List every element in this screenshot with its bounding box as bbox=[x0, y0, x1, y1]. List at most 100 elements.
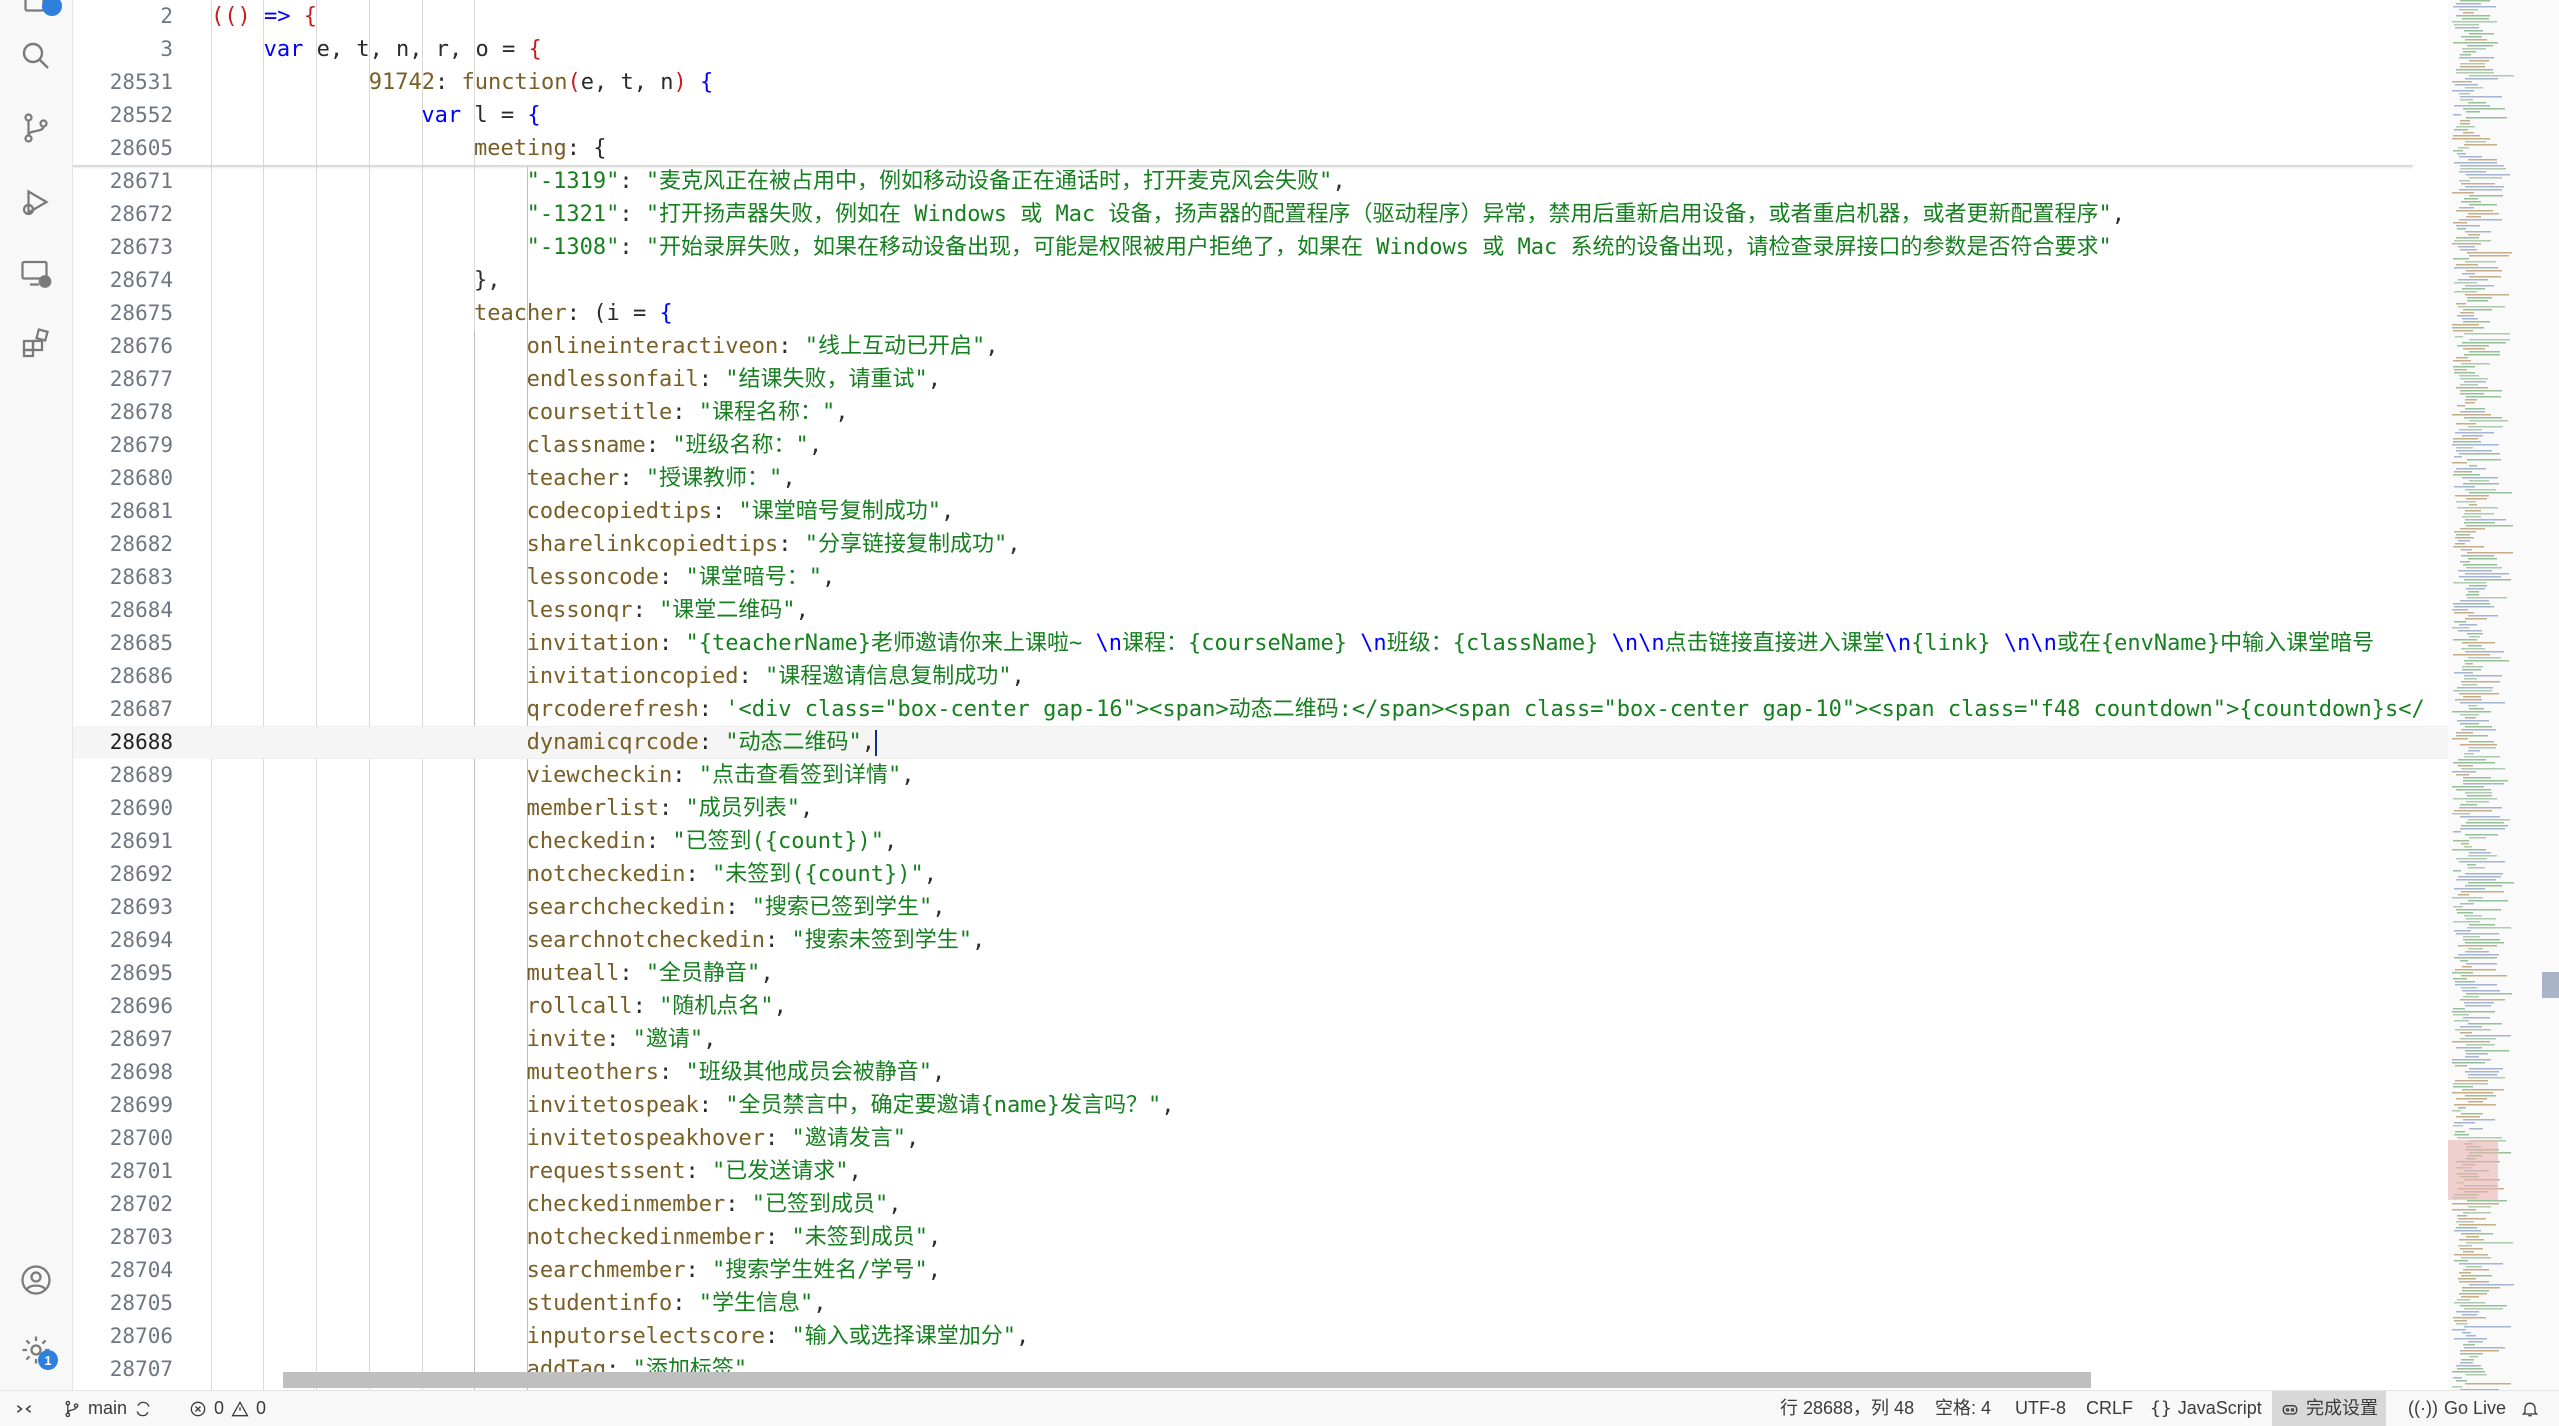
code-line[interactable]: 28695 muteall: "全员静音", bbox=[73, 957, 2448, 990]
minimap-line bbox=[2452, 972, 2473, 974]
code-line[interactable]: 28701 requestssent: "已发送请求", bbox=[73, 1155, 2448, 1188]
minimap-line bbox=[2463, 51, 2476, 53]
code-line[interactable]: 28677 endlessonfail: "结课失败，请重试", bbox=[73, 363, 2448, 396]
code-line-current[interactable]: 28688 dynamicqrcode: "动态二维码", bbox=[73, 726, 2448, 759]
minimap-line bbox=[2458, 147, 2469, 149]
code-line[interactable]: 28681 codecopiedtips: "课堂暗号复制成功", bbox=[73, 495, 2448, 528]
minimap-line bbox=[2461, 1257, 2491, 1259]
minimap-line bbox=[2462, 477, 2498, 479]
source-control-icon[interactable] bbox=[14, 106, 58, 150]
minimap-line bbox=[2454, 1302, 2485, 1304]
minimap-line bbox=[2462, 288, 2485, 290]
code-line[interactable]: 28699 invitetospeak: "全员禁言中，确定要邀请{name}发言… bbox=[73, 1089, 2448, 1122]
minimap[interactable] bbox=[2448, 0, 2559, 1390]
code-line[interactable]: 28705 studentinfo: "学生信息", bbox=[73, 1287, 2448, 1320]
minimap-line bbox=[2456, 357, 2468, 359]
language-mode[interactable]: {} JavaScript bbox=[2150, 1391, 2262, 1426]
code-line[interactable]: 28680 teacher: "授课教师：", bbox=[73, 462, 2448, 495]
minimap-line bbox=[2469, 1128, 2483, 1130]
minimap-line bbox=[2454, 606, 2494, 608]
code-line[interactable]: 28697 invite: "邀请", bbox=[73, 1023, 2448, 1056]
code-line[interactable]: 28700 invitetospeakhover: "邀请发言", bbox=[73, 1122, 2448, 1155]
code-line[interactable]: 28685 invitation: "{teacherName}老师邀请你来上课啦… bbox=[73, 627, 2448, 660]
code-line[interactable]: 28689 viewcheckin: "点击查看签到详情", bbox=[73, 759, 2448, 792]
code-line[interactable]: 28694 searchnotcheckedin: "搜索未签到学生", bbox=[73, 924, 2448, 957]
code-line[interactable]: 28675 teacher: (i = { bbox=[73, 297, 2448, 330]
minimap-line bbox=[2469, 255, 2509, 257]
code-line[interactable]: 2 (() => { bbox=[73, 0, 2448, 33]
extensions-icon[interactable] bbox=[14, 322, 58, 366]
code-line[interactable]: 28672 "-1321": "打开扬声器失败，例如在 Windows 或 Mac… bbox=[73, 198, 2448, 231]
code-line[interactable]: 28706 inputorselectscore: "输入或选择课堂加分", bbox=[73, 1320, 2448, 1353]
minimap-line bbox=[2453, 441, 2481, 443]
code-token: sharelinkcopiedtips bbox=[526, 532, 779, 557]
remote-explorer-icon[interactable] bbox=[14, 252, 58, 296]
minimap-line bbox=[2460, 903, 2474, 905]
minimap-line bbox=[2457, 1299, 2470, 1301]
code-line[interactable]: 28687 qrcoderefresh: '<div class="box-cen… bbox=[73, 693, 2448, 726]
search-icon[interactable] bbox=[14, 34, 58, 78]
line-number: 28686 bbox=[109, 664, 173, 688]
finish-setup-label: 完成设置 bbox=[2306, 1398, 2378, 1418]
settings-gear-icon[interactable]: 1 bbox=[14, 1328, 58, 1372]
code-line[interactable]: 28684 lessonqr: "课堂二维码", bbox=[73, 594, 2448, 627]
code-line[interactable]: 28531 91742: function(e, t, n) { bbox=[73, 66, 2448, 99]
code-line[interactable]: 28671 "-1319": "麦克风正在被占用中，例如移动设备正在通话时，打开麦… bbox=[73, 165, 2448, 198]
problems-indicator[interactable]: 0 0 bbox=[188, 1391, 266, 1426]
minimap-line bbox=[2453, 921, 2480, 923]
minimap-line bbox=[2459, 375, 2479, 377]
encoding[interactable]: UTF-8 bbox=[2015, 1391, 2066, 1426]
code-line[interactable]: 3 var e, t, n, r, o = { bbox=[73, 33, 2448, 66]
code-token: function bbox=[461, 70, 568, 95]
code-token: "已发送请求" bbox=[712, 1159, 849, 1184]
minimap-line bbox=[2463, 483, 2499, 485]
branch-indicator[interactable]: main bbox=[62, 1391, 153, 1426]
end-of-line[interactable]: CRLF bbox=[2086, 1391, 2133, 1426]
code-line[interactable]: 28702 checkedinmember: "已签到成员", bbox=[73, 1188, 2448, 1221]
code-line[interactable]: 28693 searchcheckedin: "搜索已签到学生", bbox=[73, 891, 2448, 924]
code-token: : bbox=[645, 433, 673, 458]
explorer-icon[interactable] bbox=[14, 0, 62, 22]
go-live-button[interactable]: ((·)) Go Live bbox=[2408, 1391, 2506, 1426]
minimap-line bbox=[2465, 885, 2502, 887]
code-line[interactable]: 28673 "-1308": "开始录屏失败，如果在移动设备出现，可能是权限被用户… bbox=[73, 231, 2448, 264]
minimap-line bbox=[2454, 129, 2468, 131]
minimap-line bbox=[2452, 90, 2474, 92]
code-line[interactable]: 28683 lessoncode: "课堂暗号：", bbox=[73, 561, 2448, 594]
code-line[interactable]: 28690 memberlist: "成员列表", bbox=[73, 792, 2448, 825]
broadcast-icon: ((·)) bbox=[2408, 1398, 2438, 1418]
code-line[interactable]: 28704 searchmember: "搜索学生姓名/学号", bbox=[73, 1254, 2448, 1287]
minimap-line bbox=[2459, 1281, 2489, 1283]
code-editor[interactable]: 2(() => {3 var e, t, n, r, o = {28531 9174… bbox=[73, 0, 2448, 1390]
code-token: : bbox=[619, 202, 646, 227]
notifications-button[interactable] bbox=[2520, 1391, 2540, 1426]
code-line[interactable]: 28692 notcheckedin: "未签到({count})", bbox=[73, 858, 2448, 891]
code-line[interactable]: 28691 checkedin: "已签到({count})", bbox=[73, 825, 2448, 858]
code-line[interactable]: 28696 rollcall: "随机点名", bbox=[73, 990, 2448, 1023]
indentation[interactable]: 空格: 4 bbox=[1935, 1391, 1991, 1426]
code-line[interactable]: 28682 sharelinkcopiedtips: "分享链接复制成功", bbox=[73, 528, 2448, 561]
code-line[interactable]: 28679 classname: "班级名称：", bbox=[73, 429, 2448, 462]
code-line[interactable]: 28605 meeting: { bbox=[73, 132, 2448, 165]
remote-indicator[interactable] bbox=[14, 1391, 34, 1426]
code-line[interactable]: 28552 var l = { bbox=[73, 99, 2448, 132]
minimap-line bbox=[2461, 363, 2490, 365]
code-line[interactable]: 28676 onlineinteractiveon: "线上互动已开启", bbox=[73, 330, 2448, 363]
code-token: , bbox=[941, 499, 955, 524]
line-number: 28701 bbox=[109, 1159, 173, 1183]
minimap-line bbox=[2469, 75, 2514, 77]
code-line[interactable]: 28674}, bbox=[73, 264, 2448, 297]
run-debug-icon[interactable] bbox=[14, 180, 58, 224]
code-line[interactable]: 28686 invitationcopied: "课程邀请信息复制成功", bbox=[73, 660, 2448, 693]
minimap-line bbox=[2453, 978, 2467, 980]
cursor-position[interactable]: 行 28688，列 48 bbox=[1780, 1391, 1914, 1426]
code-line[interactable]: 28678 coursetitle: "课程名称：", bbox=[73, 396, 2448, 429]
account-icon[interactable] bbox=[14, 1258, 58, 1302]
finish-setup-button[interactable]: 完成设置 bbox=[2272, 1391, 2386, 1426]
code-line[interactable]: 28703 notcheckedinmember: "未签到成员", bbox=[73, 1221, 2448, 1254]
horizontal-scrollbar[interactable] bbox=[283, 1372, 2091, 1388]
code-token: { bbox=[699, 70, 714, 95]
code-token: qrcoderefresh bbox=[526, 697, 699, 722]
code-line[interactable]: 28698 muteothers: "班级其他成员会被静音", bbox=[73, 1056, 2448, 1089]
